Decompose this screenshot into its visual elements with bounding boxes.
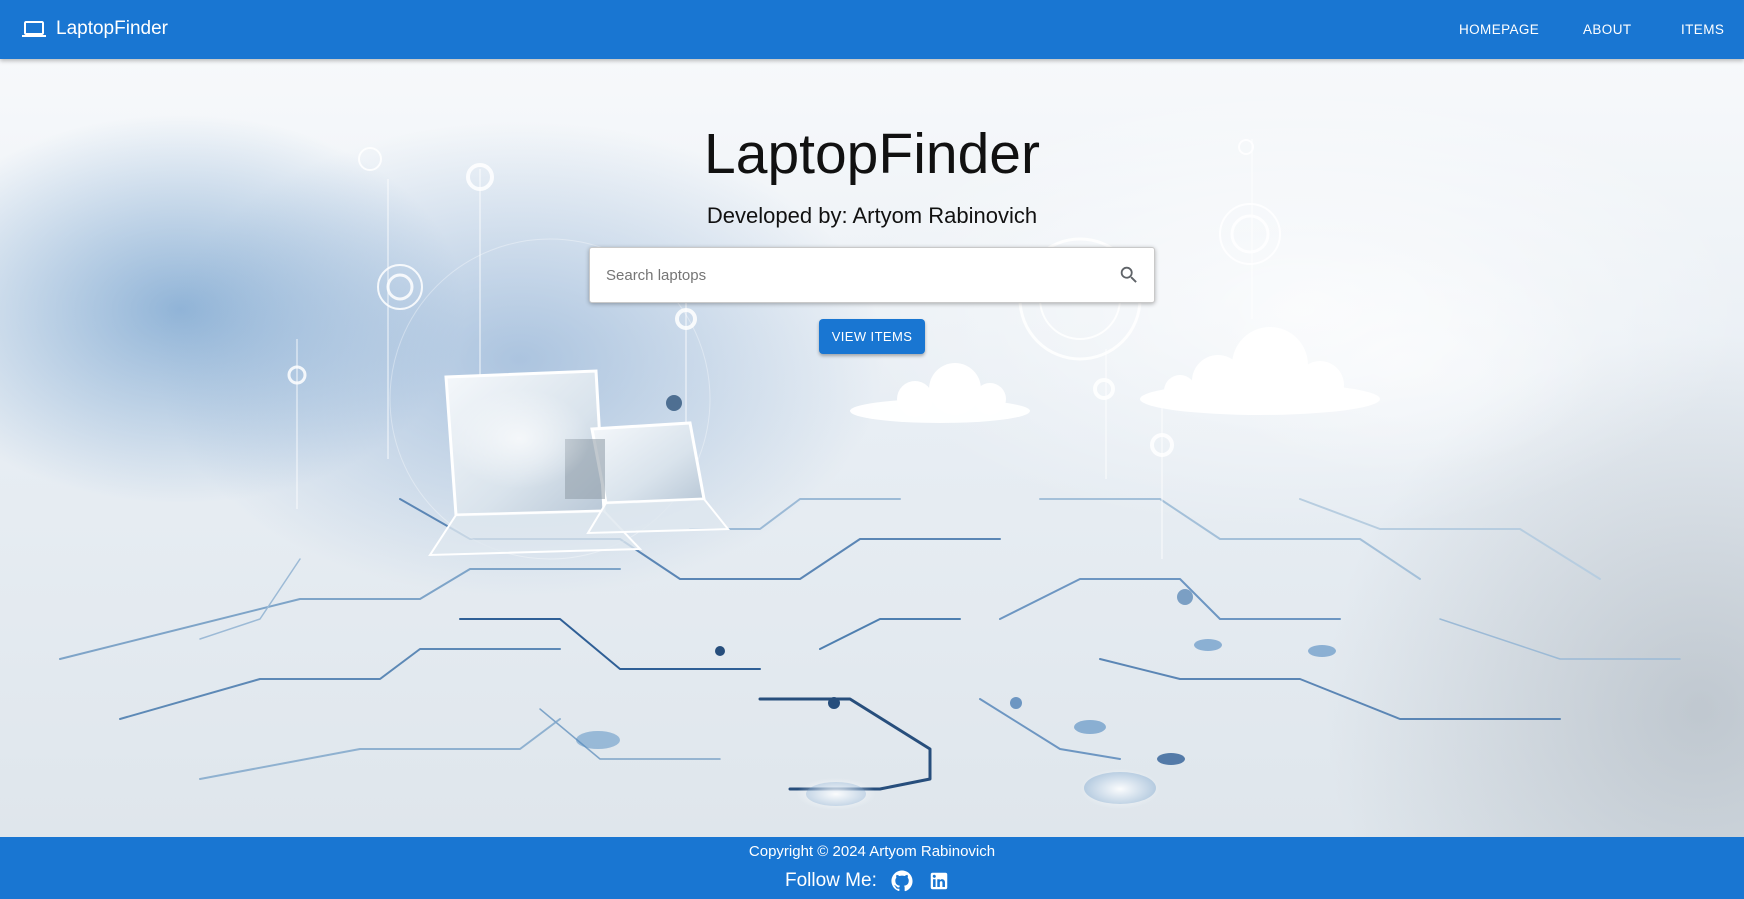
view-items-button[interactable]: VIEW ITEMS bbox=[819, 319, 925, 354]
nav-items[interactable]: ITEMS bbox=[1671, 14, 1734, 45]
hero-title: LaptopFinder bbox=[704, 122, 1040, 186]
app-bar: LaptopFinder HOMEPAGE ABOUT ITEMS bbox=[0, 0, 1744, 59]
follow-me: Follow Me: bbox=[785, 870, 965, 892]
search-box bbox=[589, 247, 1155, 303]
nav-about[interactable]: ABOUT bbox=[1573, 14, 1642, 45]
brand[interactable]: LaptopFinder bbox=[22, 17, 168, 41]
hero-subtitle: Developed by: Artyom Rabinovich bbox=[706, 203, 1038, 228]
search-input[interactable] bbox=[594, 250, 1114, 300]
footer: Copyright © 2024 Artyom Rabinovich Follo… bbox=[0, 837, 1744, 899]
follow-label: Follow Me: bbox=[785, 870, 877, 891]
hero-section: LaptopFinder Developed by: Artyom Rabino… bbox=[0, 59, 1744, 837]
laptop-icon bbox=[22, 17, 46, 41]
github-icon[interactable] bbox=[891, 870, 913, 892]
brand-title: LaptopFinder bbox=[56, 18, 168, 39]
copyright-text: Copyright © 2024 Artyom Rabinovich bbox=[748, 843, 996, 860]
search-icon[interactable] bbox=[1118, 264, 1140, 286]
nav-homepage[interactable]: HOMEPAGE bbox=[1449, 14, 1549, 45]
linkedin-icon[interactable] bbox=[928, 870, 950, 892]
